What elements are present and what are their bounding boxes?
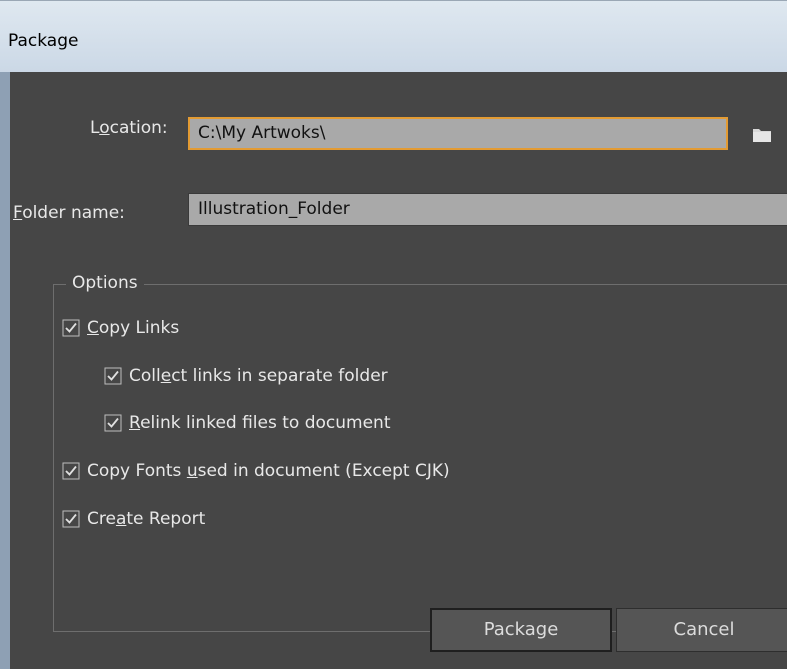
location-label: Location: (90, 118, 168, 138)
copy-fonts-label: Copy Fonts used in document (Except CJK) (87, 461, 450, 481)
window-title: Package (8, 31, 79, 51)
create-report-checkbox[interactable]: Create Report (62, 509, 205, 529)
checkbox-icon (104, 414, 122, 432)
relink-files-checkbox[interactable]: Relink linked files to document (104, 413, 391, 433)
folder-name-input[interactable]: Illustration_Folder (188, 193, 787, 226)
location-input[interactable]: C:\My Artwoks\ (188, 117, 728, 150)
collect-links-checkbox[interactable]: Collect links in separate folder (104, 366, 388, 386)
package-dialog: Package Location: C:\My Artwoks\ Folder … (0, 0, 787, 669)
copy-fonts-checkbox[interactable]: Copy Fonts used in document (Except CJK) (62, 461, 450, 481)
cancel-button[interactable]: Cancel (616, 608, 787, 652)
checkbox-icon (62, 462, 80, 480)
copy-links-label: Copy Links (87, 318, 180, 338)
checkbox-icon (62, 319, 80, 337)
options-legend: Options (66, 273, 144, 293)
copy-links-checkbox[interactable]: Copy Links (62, 318, 179, 338)
folder-icon[interactable] (752, 127, 772, 143)
title-bar[interactable]: Package (0, 0, 787, 72)
checkbox-icon (104, 367, 122, 385)
package-button[interactable]: Package (430, 608, 612, 652)
checkbox-icon (62, 510, 80, 528)
folder-name-label: Folder name: (13, 203, 125, 223)
create-report-label: Create Report (87, 509, 206, 529)
dialog-body: Location: C:\My Artwoks\ Folder name: Il… (0, 72, 787, 669)
relink-files-label: Relink linked files to document (129, 413, 391, 433)
collect-links-label: Collect links in separate folder (129, 366, 388, 386)
